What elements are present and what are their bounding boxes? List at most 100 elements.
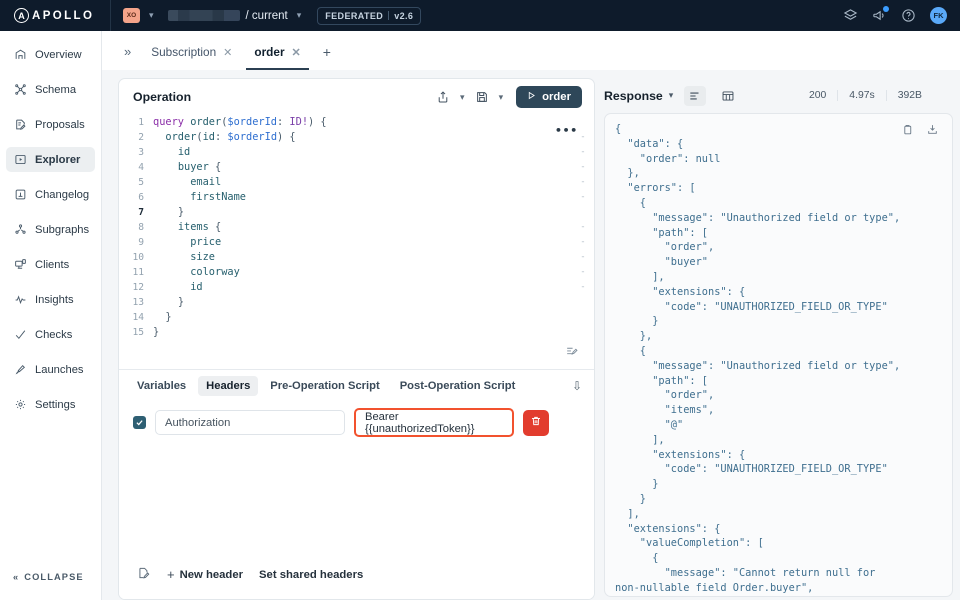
- graphql-query-editor[interactable]: ••• 1 query order($orderId: ID!) { 2 ord…: [119, 115, 594, 369]
- json-line: }: [615, 492, 646, 505]
- plus-icon: +: [167, 567, 175, 582]
- header-value-input[interactable]: Bearer {{unauthorizedToken}}: [354, 408, 514, 437]
- share-chevron-down-icon[interactable]: ▾: [460, 92, 465, 103]
- variant-chevron-down-icon[interactable]: ▾: [297, 10, 302, 21]
- line-text: firstName: [190, 191, 246, 203]
- tab-variables[interactable]: Variables: [129, 376, 194, 396]
- json-line: "path": [: [615, 374, 708, 387]
- line-number: 5: [138, 177, 144, 188]
- sidebar-item-proposals[interactable]: Proposals: [6, 112, 95, 137]
- line-text: buyer {: [177, 161, 222, 173]
- apollo-logo-mark: A: [14, 8, 29, 23]
- code-line: 10 size -: [119, 250, 594, 265]
- line-number: 8: [138, 222, 144, 233]
- help-icon[interactable]: [901, 8, 916, 23]
- line-number: 2: [138, 132, 144, 143]
- save-chevron-down-icon[interactable]: ▾: [499, 92, 504, 103]
- apollo-logo-text: APOLLO: [32, 9, 95, 22]
- env-edit-icon[interactable]: [137, 566, 151, 583]
- new-header-button[interactable]: + New header: [167, 567, 243, 582]
- code-line: 8 items { -: [119, 220, 594, 235]
- run-operation-button[interactable]: order: [516, 86, 582, 108]
- table-view-icon[interactable]: [717, 86, 739, 106]
- copy-icon[interactable]: [901, 123, 914, 141]
- sidebar-item-subgraphs[interactable]: Subgraphs: [6, 217, 95, 242]
- sidebar-item-label: Explorer: [35, 153, 81, 166]
- sidebar-item-launches[interactable]: Launches: [6, 357, 95, 382]
- tab-headers[interactable]: Headers: [198, 376, 259, 396]
- sidebar-item-label: Clients: [35, 258, 70, 271]
- add-tab-button[interactable]: +: [315, 44, 339, 70]
- save-icon[interactable]: [475, 90, 489, 104]
- header-key-input[interactable]: Authorization: [155, 410, 345, 435]
- sidebar-item-checks[interactable]: Checks: [6, 322, 95, 347]
- line-marker: -: [580, 237, 586, 247]
- tab-order[interactable]: order ✕: [246, 45, 309, 70]
- tab-label: Subscription: [151, 45, 217, 59]
- overview-icon: [14, 48, 27, 61]
- set-shared-headers-button[interactable]: Set shared headers: [259, 569, 363, 581]
- json-line: "data": {: [615, 137, 684, 150]
- header-key-value: Authorization: [165, 416, 231, 429]
- explorer-main: Operation ▾ ▾ order ••• 1 query order($o…: [102, 70, 960, 600]
- chevrons-down-icon[interactable]: ⇩: [572, 379, 582, 393]
- sidebar-item-explorer[interactable]: Explorer: [6, 147, 95, 172]
- tab-label: order: [254, 45, 285, 59]
- response-json-viewer[interactable]: { "data": { "order": null }, "errors": […: [604, 113, 953, 597]
- more-horizontal-icon[interactable]: •••: [555, 123, 578, 138]
- tab-pre-operation-script[interactable]: Pre-Operation Script: [262, 376, 387, 396]
- chevrons-left-icon: «: [13, 572, 20, 582]
- line-text: id: [190, 281, 203, 293]
- megaphone-icon[interactable]: [872, 6, 889, 23]
- share-icon[interactable]: [436, 90, 450, 104]
- code-line: 13 }: [119, 295, 594, 310]
- sidebar-item-overview[interactable]: Overview: [6, 42, 95, 67]
- play-icon: [527, 91, 536, 103]
- prettify-icon[interactable]: [565, 345, 578, 363]
- line-text: }: [165, 311, 172, 323]
- sidebar-item-schema[interactable]: Schema: [6, 77, 95, 102]
- sidebar-item-changelog[interactable]: Changelog: [6, 182, 95, 207]
- json-line: "errors": [: [615, 182, 696, 195]
- json-line: "message": "Cannot return null for: [615, 566, 876, 579]
- json-line: "order",: [615, 389, 715, 402]
- line-text: price: [190, 236, 222, 248]
- close-icon[interactable]: ✕: [223, 46, 232, 59]
- graph-avatar-chip[interactable]: XO: [123, 8, 140, 23]
- sidebar-item-label: Insights: [35, 293, 74, 306]
- json-line: "extensions": {: [615, 448, 746, 461]
- json-line: {: [615, 552, 659, 565]
- delete-header-button[interactable]: [523, 409, 549, 436]
- code-line: 3 id -: [119, 145, 594, 160]
- json-line: "path": [: [615, 226, 708, 239]
- graph-switcher-chevron-down-icon[interactable]: ▾: [149, 10, 154, 21]
- tab-subscription[interactable]: Subscription ✕: [143, 45, 240, 70]
- proposals-icon: [14, 118, 27, 131]
- response-panel: Response ▾ 200 4.97s 392B {"data": {"o…: [604, 78, 953, 600]
- graph-icon[interactable]: [843, 8, 858, 23]
- chevron-down-icon[interactable]: ▾: [669, 90, 674, 101]
- header-enabled-checkbox[interactable]: [133, 416, 146, 429]
- apollo-logo[interactable]: A APOLLO: [0, 8, 110, 23]
- json-line: ],: [615, 433, 665, 446]
- sidebar-item-clients[interactable]: Clients: [6, 252, 95, 277]
- sidebar-item-label: Subgraphs: [35, 223, 90, 236]
- line-text: }: [177, 296, 185, 308]
- download-icon[interactable]: [926, 123, 939, 141]
- json-line: }: [615, 478, 659, 491]
- insights-icon: [14, 293, 27, 306]
- sidebar-item-settings[interactable]: Settings: [6, 392, 95, 417]
- sidebar-item-label: Changelog: [35, 188, 90, 201]
- line-marker: -: [580, 162, 586, 172]
- json-line: "extensions": {: [615, 285, 746, 298]
- sidebar-collapse-button[interactable]: « COLLAPSE: [0, 572, 101, 600]
- user-avatar[interactable]: FK: [930, 7, 947, 24]
- chevrons-right-icon[interactable]: »: [118, 44, 143, 70]
- json-view-icon[interactable]: [684, 85, 707, 106]
- sidebar-item-insights[interactable]: Insights: [6, 287, 95, 312]
- close-icon[interactable]: ✕: [292, 46, 301, 59]
- code-line: 2 order(id: $orderId) { -: [119, 130, 594, 145]
- json-line: "message": "Unauthorized field or type",: [615, 211, 901, 224]
- json-line: "buyer": [615, 256, 708, 269]
- tab-post-operation-script[interactable]: Post-Operation Script: [392, 376, 524, 396]
